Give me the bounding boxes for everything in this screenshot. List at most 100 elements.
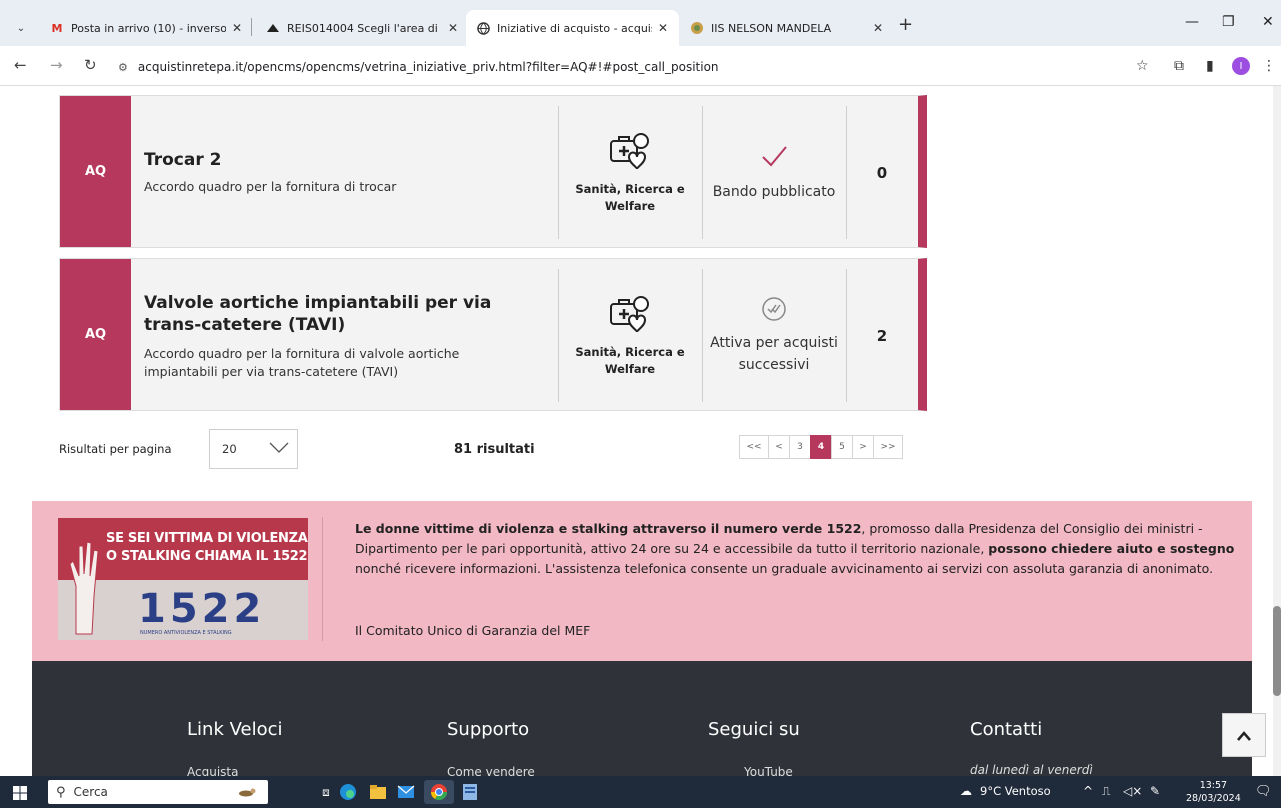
tab-reis[interactable]: REIS014004 Scegli l'area di lavo ✕ (256, 10, 468, 46)
document-app-icon[interactable] (460, 782, 480, 802)
weather-icon[interactable]: ☁ (960, 784, 972, 798)
status-label: Attiva per acquisti successivi (710, 334, 838, 373)
footer-link-youtube[interactable]: YouTube (744, 765, 793, 776)
chevron-down-icon (269, 442, 289, 457)
status-label: Bando pubblicato (712, 183, 836, 200)
page-button-3[interactable]: 3 (789, 435, 811, 459)
tab-title: IIS NELSON MANDELA (711, 21, 832, 35)
tab-nelson-mandela[interactable]: IIS NELSON MANDELA ✕ (680, 10, 893, 46)
scroll-to-top-button[interactable] (1222, 713, 1266, 757)
category-cell: Sanità, Ricerca e Welfare (558, 269, 702, 402)
emblem-icon (690, 21, 704, 35)
new-tab-button[interactable]: + (898, 14, 913, 35)
clock-date: 28/03/2024 (1186, 793, 1241, 804)
page-button-4[interactable]: 4 (810, 435, 832, 459)
close-window-icon[interactable]: ✕ (1262, 14, 1274, 30)
edge-icon[interactable] (338, 782, 358, 802)
menu-icon[interactable]: ⋮ (1262, 58, 1276, 74)
pen-icon[interactable]: ✎ (1150, 784, 1160, 798)
footer-link-come-vendere[interactable]: Come vendere (447, 765, 535, 776)
next-page-button[interactable]: > (852, 435, 874, 459)
bookmark-star-icon[interactable]: ☆ (1136, 58, 1149, 74)
double-check-circle-icon (761, 296, 787, 326)
minimize-icon[interactable]: — (1185, 14, 1199, 30)
tab-gmail[interactable]: M Posta in arrivo (10) - inverso.gia ✕ (40, 10, 252, 46)
footer-heading-seguici: Seguici su (708, 719, 800, 740)
windows-taskbar: ⚲ Cerca ⧈ ☁ 9°C Ventoso ^ ⎍ ◁× ✎ 13:57 2… (0, 776, 1281, 808)
news-widget-icon[interactable] (238, 782, 258, 802)
category-label: Sanità, Ricerca e Welfare (575, 181, 685, 213)
extensions-icon[interactable]: ⧉ (1174, 58, 1184, 74)
address-bar[interactable]: ⚙ acquistinretepa.it/opencms/opencms/vet… (112, 53, 1152, 81)
tab-title: REIS014004 Scegli l'area di lavo (287, 21, 442, 35)
taskbar-clock[interactable]: 13:57 28/03/2024 (1186, 779, 1241, 805)
footer-link-acquista[interactable]: Acquista (187, 765, 238, 776)
initiative-description: Accordo quadro per la fornitura di valvo… (144, 346, 460, 379)
offers-count: 0 (876, 163, 888, 182)
first-page-button[interactable]: << (739, 435, 769, 459)
network-icon[interactable]: ⎍ (1102, 784, 1110, 799)
per-page-select[interactable]: 20 (209, 429, 298, 469)
notifications-icon[interactable]: 🗨 (1255, 784, 1272, 799)
page-content: AQ Trocar 2 Accordo quadro per la fornit… (0, 86, 1281, 776)
banner-text: Le donne vittime di violenza e stalking … (355, 521, 1235, 576)
scrollbar-thumb[interactable] (1273, 606, 1281, 696)
offers-count: 2 (876, 326, 888, 345)
windows-start-icon[interactable] (13, 785, 27, 800)
category-cell: Sanità, Ricerca e Welfare (558, 106, 702, 239)
gmail-icon: M (51, 21, 63, 35)
initiative-description: Accordo quadro per la fornitura di troca… (144, 179, 397, 194)
footer-heading-link-veloci: Link Veloci (187, 719, 283, 740)
reload-icon[interactable]: ↻ (84, 56, 97, 74)
file-explorer-icon[interactable] (368, 782, 388, 802)
initiative-card[interactable]: AQ Trocar 2 Accordo quadro per la fornit… (59, 95, 927, 248)
tab-separator (251, 18, 252, 36)
banner-image-caption: NUMERO ANTIVIOLENZA E STALKING (140, 630, 232, 636)
site-info-icon[interactable]: ⚙ (118, 61, 128, 74)
banner-image-headline: SE SEI VITTIMA DI VIOLENZA O STALKING CH… (106, 531, 308, 564)
close-icon[interactable]: ✕ (658, 21, 668, 35)
initiative-title[interactable]: Valvole aortiche impiantabili per via tr… (144, 292, 534, 336)
per-page-label: Risultati per pagina (59, 442, 172, 456)
speaker-muted-icon[interactable]: ◁× (1123, 784, 1142, 798)
chrome-icon[interactable] (424, 780, 454, 804)
cug-mef-link[interactable]: Il Comitato Unico di Garanzia del MEF (355, 623, 590, 638)
footer-heading-contatti: Contatti (970, 719, 1043, 740)
tab-iniziative[interactable]: Iniziative di acquisto - acquistin ✕ (466, 10, 679, 46)
restore-icon[interactable]: ❐ (1222, 14, 1235, 30)
type-badge: AQ (60, 96, 131, 247)
prev-page-button[interactable]: < (768, 435, 790, 459)
back-icon[interactable]: ← (14, 56, 27, 74)
status-cell: Bando pubblicato (702, 106, 846, 239)
task-view-icon[interactable]: ⧈ (316, 782, 336, 802)
mail-icon[interactable] (396, 782, 416, 802)
tray-expand-icon[interactable]: ^ (1083, 784, 1093, 798)
footer-heading-supporto: Supporto (447, 719, 530, 740)
initiative-title[interactable]: Trocar 2 (144, 149, 534, 171)
page-button-5[interactable]: 5 (831, 435, 853, 459)
tab-title: Posta in arrivo (10) - inverso.gia (71, 21, 226, 35)
status-cell: Attiva per acquisti successivi (702, 269, 846, 402)
close-icon[interactable]: ✕ (873, 21, 883, 35)
browser-toolbar: ← → ↻ ⚙ acquistinretepa.it/opencms/openc… (0, 46, 1281, 86)
type-badge: AQ (60, 259, 131, 410)
banner-image-number: 1522 (138, 586, 266, 632)
footer-contact-hours: dal lunedì al venerdì (970, 763, 1093, 776)
search-icon: ⚲ (56, 784, 66, 800)
url-text: acquistinretepa.it/opencms/opencms/vetri… (137, 60, 719, 74)
last-page-button[interactable]: >> (873, 435, 903, 459)
chevron-up-icon (1237, 726, 1251, 745)
per-page-value: 20 (222, 442, 237, 456)
tab-search-icon[interactable]: ⌄ (10, 17, 32, 39)
forward-icon[interactable]: → (50, 56, 63, 74)
close-icon[interactable]: ✕ (448, 21, 458, 35)
close-icon[interactable]: ✕ (232, 21, 242, 35)
initiative-card[interactable]: AQ Valvole aortiche impiantabili per via… (59, 258, 927, 411)
side-panel-icon[interactable]: ▮ (1206, 58, 1214, 74)
weather-text[interactable]: 9°C Ventoso (980, 784, 1051, 798)
profile-avatar[interactable]: I (1232, 57, 1250, 75)
health-kit-icon (607, 294, 653, 338)
taskbar-search[interactable]: ⚲ Cerca (48, 780, 268, 804)
clock-time: 13:57 (1199, 780, 1228, 791)
banner-1522-image[interactable]: SE SEI VITTIMA DI VIOLENZA O STALKING CH… (58, 518, 308, 640)
